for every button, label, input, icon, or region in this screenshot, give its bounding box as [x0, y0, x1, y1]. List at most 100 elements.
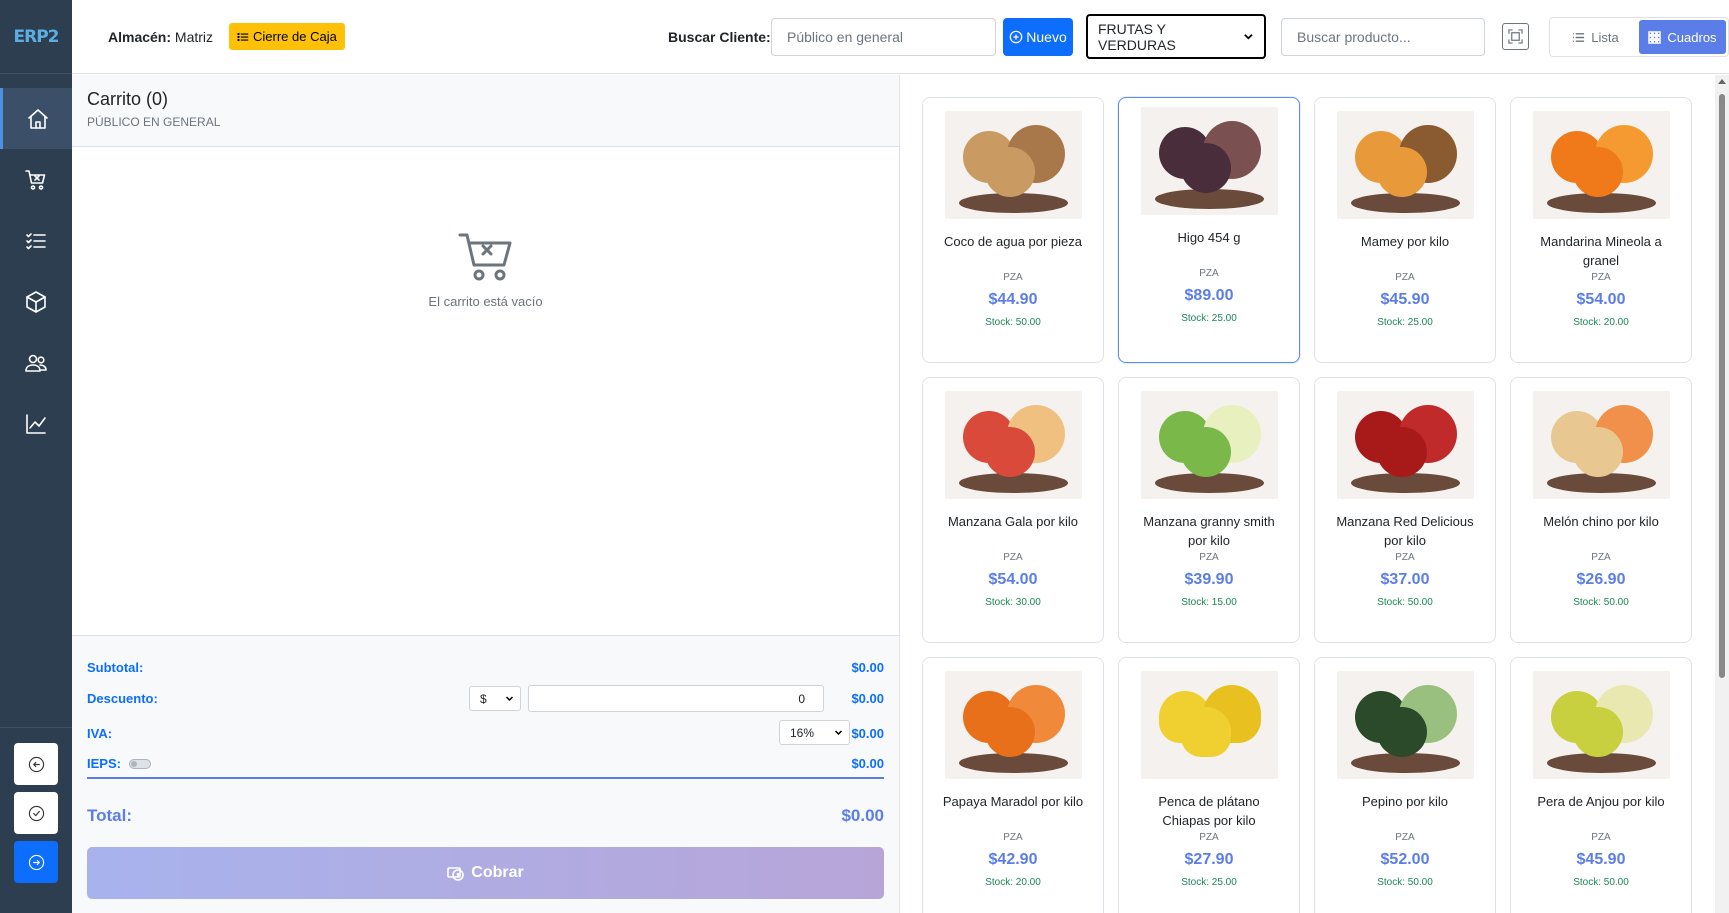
scan-icon [1508, 29, 1523, 44]
nuevo-cliente-button[interactable]: Nuevo [1003, 18, 1073, 56]
ieps-row: IEPS: $0.00 [87, 756, 884, 771]
sidebar-item-reports[interactable] [0, 393, 72, 454]
product-card[interactable]: Manzana Gala por kilo PZA $54.00 Stock: 30.… [922, 377, 1104, 643]
grid-view-icon [1648, 30, 1662, 44]
product-unit: PZA [1199, 552, 1219, 563]
product-name: Manzana Gala por kilo [947, 514, 1079, 529]
product-card[interactable]: Papaya Maradol por kilo PZA $42.90 Stock: 2… [922, 657, 1104, 913]
product-name: Pera de Anjou por kilo [1537, 794, 1665, 809]
cart-header: Carrito (0) PÚBLICO EN GENERAL [72, 75, 899, 147]
product-unit: PZA [1591, 552, 1611, 563]
chevron-down-icon [505, 696, 514, 702]
view-cuadros-label: Cuadros [1667, 29, 1717, 45]
scroll-thumb[interactable] [1719, 94, 1725, 678]
sidebar-nav [0, 88, 72, 454]
product-card[interactable]: Higo 454 g PZA $89.00 Stock: 25.00 [1118, 97, 1300, 363]
product-card[interactable]: Mamey por kilo PZA $45.90 Stock: 25.00 [1314, 97, 1496, 363]
cliente-search-input[interactable]: Público en general [771, 18, 996, 56]
product-stock: Stock: 50.00 [1377, 877, 1433, 888]
view-lista-button[interactable]: Lista [1552, 20, 1639, 54]
product-card[interactable]: Melón chino por kilo PZA $26.90 Stock: 50.0… [1510, 377, 1692, 643]
product-image [1336, 671, 1474, 779]
almacen-label: Almacén: [108, 29, 172, 45]
product-image [1140, 671, 1278, 779]
product-unit: PZA [1395, 832, 1415, 843]
cart-icon [25, 169, 46, 190]
cierre-caja-button[interactable]: Cierre de Caja [229, 23, 345, 50]
category-select[interactable]: FRUTAS Y VERDURAS [1086, 14, 1266, 59]
product-card[interactable]: Penca de plátano Chiapas por kilo PZA $27.… [1118, 657, 1300, 913]
descuento-value: $0.00 [851, 690, 884, 706]
subtotal-value: $0.00 [851, 660, 884, 675]
product-card[interactable]: Manzana granny smith por kilo PZA $39.90 St… [1118, 377, 1300, 643]
product-stock: Stock: 25.00 [1181, 877, 1237, 888]
product-name: Melón chino por kilo [1543, 514, 1659, 529]
confirm-button[interactable] [14, 792, 58, 834]
product-search-input[interactable]: Buscar producto... [1281, 18, 1485, 56]
sidebar-item-tasks[interactable] [0, 210, 72, 271]
totals-section: Subtotal: $0.00 Descuento: $ 0 $0.00 IVA… [72, 635, 899, 913]
product-stock: Stock: 50.00 [1377, 597, 1433, 608]
product-card[interactable]: Pera de Anjou por kilo PZA $45.90 Stock: 50… [1510, 657, 1692, 913]
iva-rate-select[interactable]: 16% [779, 720, 850, 745]
product-image [1140, 391, 1278, 499]
product-card[interactable]: Mandarina Mineola a granel PZA $54.00 Stock… [1510, 97, 1692, 363]
total-value: $0.00 [841, 806, 884, 825]
subtotal-label: Subtotal: [87, 660, 144, 675]
product-name: Pepino por kilo [1362, 794, 1448, 809]
sidebar-item-home[interactable] [0, 88, 72, 149]
descuento-type-select[interactable]: $ [469, 686, 521, 711]
scroll-up-arrow[interactable] [1718, 79, 1726, 84]
scrollbar[interactable] [1715, 75, 1729, 913]
product-image [1336, 111, 1474, 219]
product-grid: Coco de agua por pieza PZA $44.90 Stock: 50… [922, 97, 1692, 913]
product-name: Manzana Red Delicious por kilo [1336, 514, 1474, 548]
ieps-label: IEPS: [87, 756, 121, 771]
barcode-scan-button[interactable] [1502, 23, 1529, 50]
iva-value: $0.00 [851, 725, 884, 741]
cliente-placeholder: Público en general [787, 29, 903, 45]
product-stock: Stock: 50.00 [985, 317, 1041, 328]
cart-panel: Carrito (0) PÚBLICO EN GENERAL El carrit… [72, 75, 900, 913]
box-icon [26, 290, 46, 313]
product-name: Manzana granny smith por kilo [1143, 514, 1275, 548]
sidebar-item-cart[interactable] [0, 149, 72, 210]
product-price: $44.90 [988, 291, 1038, 308]
product-price: $52.00 [1380, 851, 1430, 868]
product-unit: PZA [1199, 268, 1219, 279]
product-image [1532, 391, 1670, 499]
product-image [944, 111, 1082, 219]
view-cuadros-button[interactable]: Cuadros [1639, 20, 1726, 54]
iva-row: IVA: 16% $0.00 [87, 720, 884, 746]
product-stock: Stock: 20.00 [1573, 317, 1629, 328]
iva-label: IVA: [87, 725, 113, 741]
descuento-row: Descuento: $ 0 $0.00 [87, 684, 884, 712]
product-card[interactable]: Coco de agua por pieza PZA $44.90 Stock: 50… [922, 97, 1104, 363]
cierre-caja-label: Cierre de Caja [253, 29, 337, 44]
back-button[interactable] [14, 743, 58, 785]
product-stock: Stock: 25.00 [1377, 317, 1433, 328]
descuento-input[interactable]: 0 [528, 685, 824, 712]
product-unit: PZA [1591, 832, 1611, 843]
almacen-info: Almacén: Matriz [108, 29, 213, 45]
product-name: Higo 454 g [1177, 230, 1241, 245]
totals-divider [87, 777, 884, 779]
arrow-left-circle-icon [28, 756, 44, 772]
ieps-toggle[interactable] [128, 758, 151, 769]
product-stock: Stock: 25.00 [1181, 313, 1237, 324]
sidebar-item-customers[interactable] [0, 332, 72, 393]
top-bar: Almacén: Matriz Cierre de Caja Buscar Cl… [72, 0, 1729, 74]
product-card[interactable]: Pepino por kilo PZA $52.00 Stock: 50.00 [1314, 657, 1496, 913]
logout-button[interactable] [14, 841, 58, 883]
almacen-value: Matriz [174, 29, 214, 45]
sidebar-item-inventory[interactable] [0, 271, 72, 332]
product-stock: Stock: 15.00 [1181, 597, 1237, 608]
chevron-down-icon [834, 730, 843, 736]
logo[interactable]: ERP2 [0, 0, 72, 74]
product-card[interactable]: Manzana Red Delicious por kilo PZA $37.00 S… [1314, 377, 1496, 643]
cobrar-button[interactable]: Cobrar [87, 847, 884, 899]
plus-circle-icon [1009, 30, 1023, 44]
chart-line-icon [26, 413, 46, 434]
product-name: Coco de agua por pieza [943, 234, 1083, 249]
product-price: $45.90 [1576, 851, 1626, 868]
